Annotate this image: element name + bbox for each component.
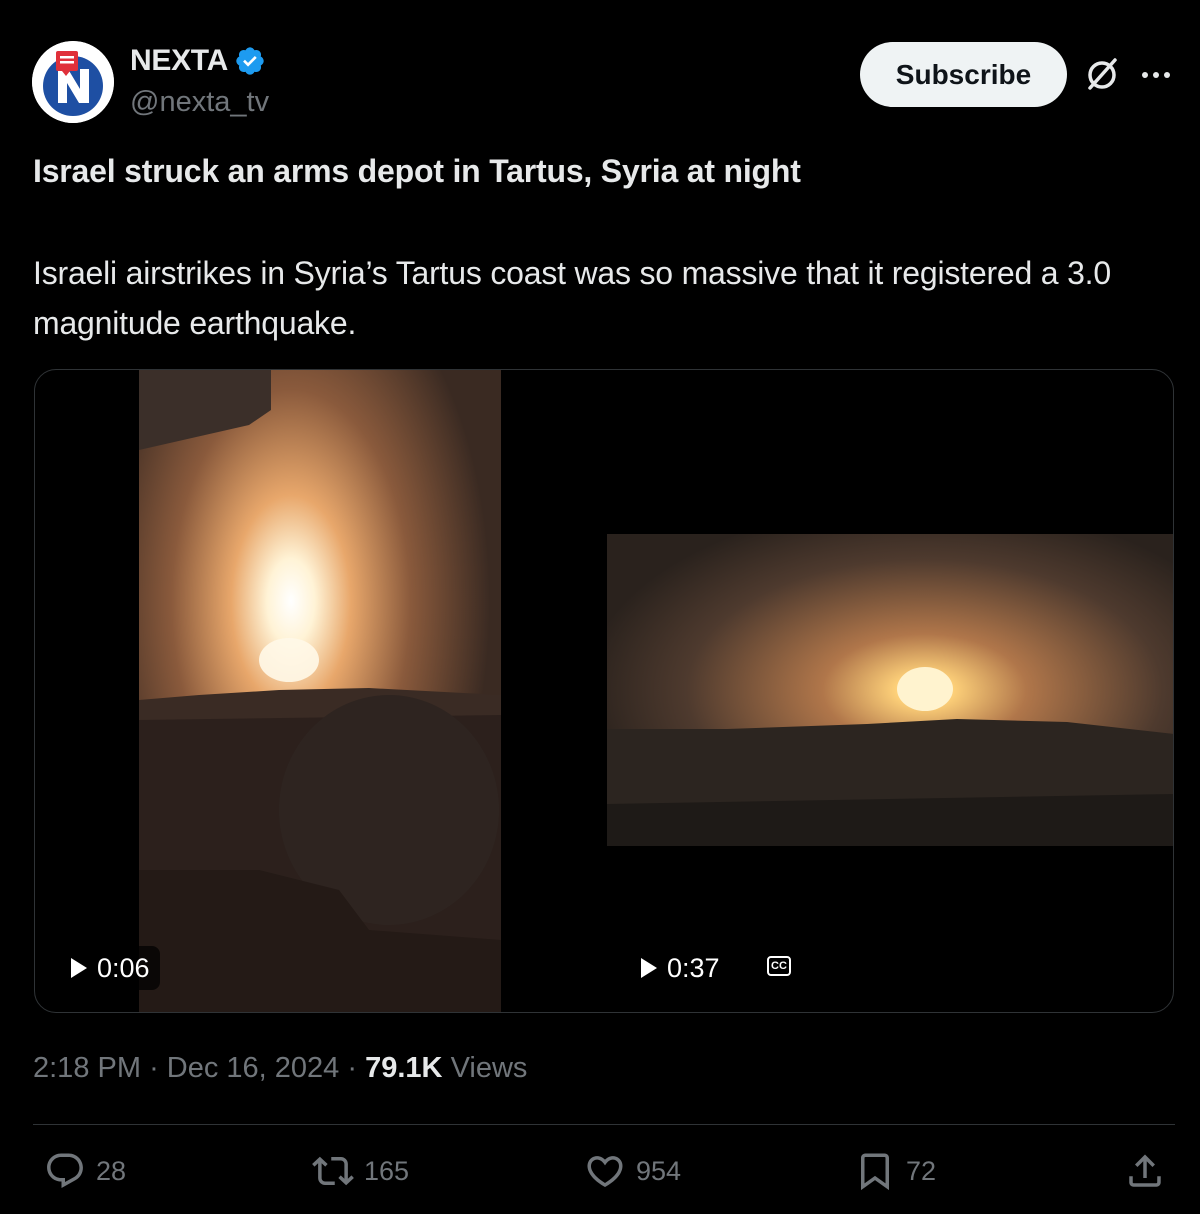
grok-icon[interactable]	[1082, 54, 1122, 94]
play-icon	[641, 958, 657, 978]
play-button-video-2[interactable]: 0:37	[629, 946, 730, 990]
divider	[33, 1124, 1175, 1125]
heart-icon	[587, 1156, 623, 1188]
nexta-logo	[32, 41, 114, 123]
avatar[interactable]	[32, 41, 114, 123]
closed-captions-icon[interactable]: CC	[767, 956, 791, 976]
like-count: 954	[636, 1155, 682, 1186]
bookmark-icon	[861, 1153, 889, 1191]
bookmark-button[interactable]: 72	[854, 1150, 936, 1192]
video-thumbnail-1[interactable]	[139, 370, 501, 1012]
reply-count: 28	[96, 1155, 127, 1186]
views-count: 79.1K	[365, 1052, 443, 1084]
reply-icon	[47, 1153, 83, 1188]
subscribe-button[interactable]: Subscribe	[860, 42, 1067, 107]
video-duration-1: 0:06	[97, 952, 150, 983]
post-body: Israeli airstrikes in Syria’s Tartus coa…	[33, 255, 1111, 341]
views-label: Views	[450, 1052, 528, 1084]
post-headline: Israel struck an arms depot in Tartus, S…	[33, 153, 801, 189]
more-icon[interactable]	[1138, 60, 1174, 90]
repost-icon	[312, 1156, 354, 1186]
like-button[interactable]: 954	[584, 1150, 681, 1192]
play-button-video-1[interactable]: 0:06	[59, 946, 160, 990]
post-time[interactable]: 2:18 PM	[33, 1052, 141, 1084]
share-button[interactable]	[1124, 1150, 1166, 1192]
video-duration-2: 0:37	[667, 952, 720, 983]
meta-separator: ·	[149, 1052, 159, 1084]
share-icon	[1129, 1154, 1161, 1187]
play-icon	[71, 958, 87, 978]
media-grid: 0:06 0:37 CC	[34, 369, 1174, 1013]
bookmark-count: 72	[906, 1155, 937, 1186]
post-meta: 2:18 PM · Dec 16, 2024 · 79.1K Views	[33, 1052, 527, 1085]
repost-count: 165	[364, 1155, 410, 1186]
author-display-name[interactable]: NEXTA	[130, 44, 228, 78]
video-thumbnail-2[interactable]	[607, 534, 1174, 846]
meta-separator: ·	[347, 1052, 358, 1084]
post-date[interactable]: Dec 16, 2024	[167, 1052, 340, 1084]
repost-button[interactable]: 165	[312, 1150, 409, 1192]
reply-button[interactable]: 28	[44, 1150, 126, 1192]
author-handle[interactable]: @nexta_tv	[130, 86, 269, 119]
verified-badge-icon	[236, 47, 264, 75]
author-name-row[interactable]: NEXTA	[130, 44, 266, 78]
